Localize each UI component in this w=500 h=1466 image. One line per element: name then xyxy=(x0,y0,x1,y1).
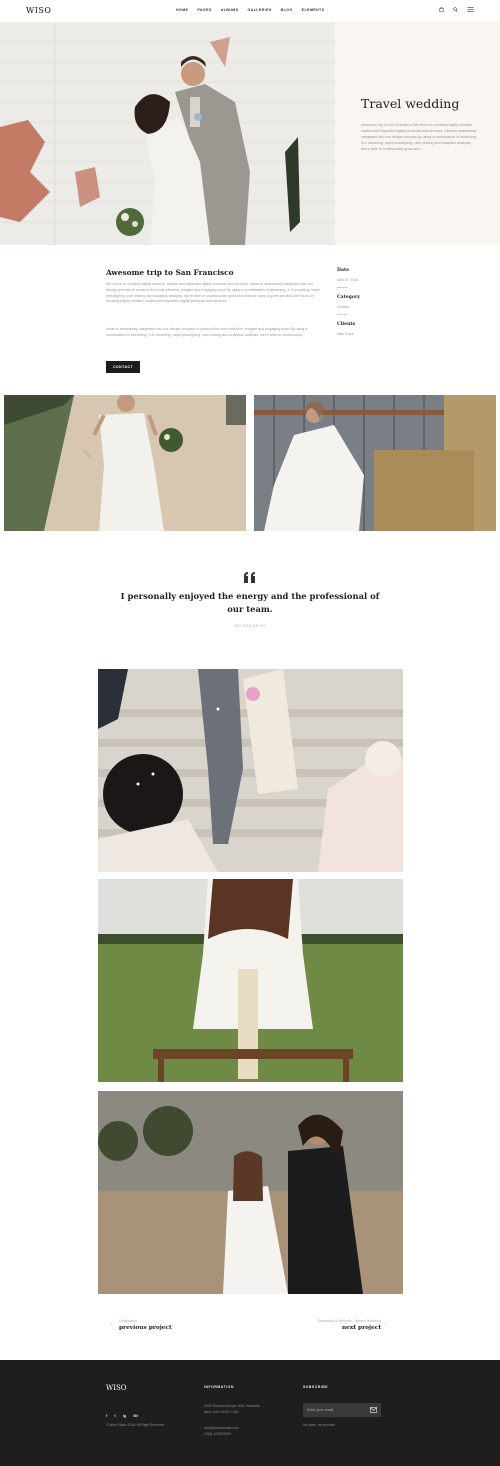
gallery-image-bride-back[interactable] xyxy=(98,879,403,1082)
main-nav: HOME PAGES ALBUMS GALLERIES BLOG ELEMENT… xyxy=(176,8,333,12)
meta-date-value: April 29, 2016 xyxy=(337,278,358,282)
nav-item-blog[interactable]: BLOG xyxy=(281,8,293,12)
prev-project-caption: Destination xyxy=(119,1319,137,1323)
contact-button[interactable]: CONTACT xyxy=(106,361,140,373)
copyright-text: © Wiso Studio 2016. All Right Reserved. xyxy=(106,1423,166,1427)
bag-icon[interactable] xyxy=(439,7,444,12)
meta-clients-value: Mike Force xyxy=(337,332,354,336)
next-project-caption: Samantha & Michelle – Beach Wedding xyxy=(317,1319,381,1323)
next-arrow-icon[interactable]: › xyxy=(385,1322,387,1328)
divider xyxy=(337,314,347,315)
testimonial-author: MELISSA SMITH xyxy=(234,624,266,628)
hero-image xyxy=(0,22,335,245)
gallery-image-couple-field[interactable] xyxy=(98,1091,403,1294)
subscribe-heading: SUBSCRIBE xyxy=(303,1385,329,1389)
prev-project-link[interactable]: previous project xyxy=(119,1325,172,1331)
gallery-image-beach-bride[interactable] xyxy=(4,395,246,531)
address-line-1: 2005 Stokes Isle Apt. 896, Venaville, xyxy=(204,1404,261,1408)
nav-item-albums[interactable]: ALBUMS xyxy=(221,8,239,12)
next-project-link[interactable]: next project xyxy=(342,1325,381,1331)
behance-icon[interactable]: Bē xyxy=(133,1413,138,1418)
nav-item-home[interactable]: HOME xyxy=(176,8,188,12)
meta-clients-label: Clients xyxy=(337,322,356,327)
email-input[interactable] xyxy=(307,1406,365,1414)
meta-category-label: Category xyxy=(337,295,361,300)
testimonial-quote: I personally enjoyed the energy and the … xyxy=(120,591,380,614)
no-spam-note: No spam, we promise xyxy=(303,1423,335,1427)
project-title: Awesome trip to San Francisco xyxy=(106,268,234,277)
information-heading: INFORMATION xyxy=(204,1385,234,1389)
subscribe-form xyxy=(303,1403,381,1417)
project-description-2: Ideas is seamlessly integrated into our … xyxy=(106,327,308,337)
gallery-image-confetti[interactable] xyxy=(98,669,403,872)
hero-panel: Travel wedding Awesome trip to San Franc… xyxy=(335,22,500,245)
gallery-image-hay-bride[interactable] xyxy=(254,395,496,531)
twitter-icon[interactable]: t xyxy=(114,1413,115,1418)
meta-date-label: Date xyxy=(337,268,350,273)
quote-icon xyxy=(244,572,255,583)
footer-logo[interactable]: WISO xyxy=(106,1384,127,1392)
hero-title: Travel wedding xyxy=(361,96,460,111)
meta-category-value[interactable]: Creative xyxy=(337,305,350,309)
menu-icon[interactable] xyxy=(467,7,474,12)
site-footer: WISO f t ig Bē © Wiso Studio 2016. All R… xyxy=(0,1360,500,1466)
contact-email[interactable]: info@yourdomain.com xyxy=(204,1426,239,1431)
social-links: f t ig Bē xyxy=(106,1413,138,1418)
search-icon[interactable] xyxy=(453,7,458,12)
facebook-icon[interactable]: f xyxy=(106,1413,107,1418)
contact-phone: (+68) 120034509 xyxy=(204,1432,231,1436)
nav-item-galleries[interactable]: GALLERIES xyxy=(248,8,272,12)
site-header: WISO HOME PAGES ALBUMS GALLERIES BLOG EL… xyxy=(0,0,500,22)
project-description: We focus on creating highly intuitive, u… xyxy=(106,282,320,304)
instagram-icon[interactable]: ig xyxy=(123,1413,127,1418)
header-icons xyxy=(439,7,474,12)
divider xyxy=(337,287,347,288)
nav-item-elements[interactable]: ELEMENTS xyxy=(302,8,325,12)
hero-text: Awesome trip to San Francisco We focus o… xyxy=(361,123,478,151)
nav-item-pages[interactable]: PAGES xyxy=(197,8,211,12)
envelope-icon[interactable] xyxy=(370,1407,377,1413)
prev-arrow-icon[interactable]: ‹ xyxy=(111,1322,113,1328)
address-line-2: New York 10010, USA xyxy=(204,1410,239,1414)
site-logo[interactable]: WISO xyxy=(26,6,51,15)
